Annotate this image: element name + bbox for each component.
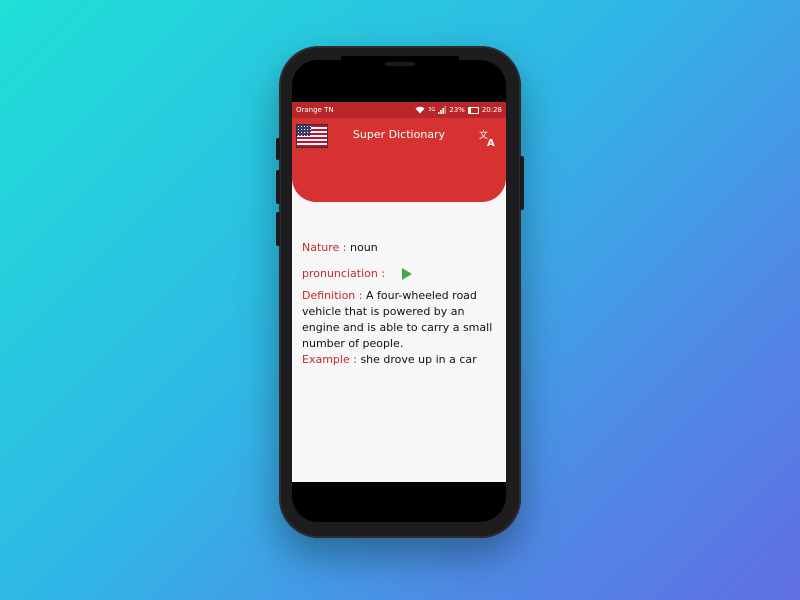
volume-up-button: [276, 170, 280, 204]
translate-icon[interactable]: 文 A: [478, 128, 498, 148]
definition-row: Definition : A four-wheeled road vehicle…: [302, 288, 498, 352]
power-button: [520, 156, 524, 210]
phone-notch: [341, 56, 459, 78]
carrier-name: Orange TN: [296, 106, 334, 114]
phone-screen: Orange TN 3G 23% 20:28 Super Dictionary …: [292, 60, 506, 522]
clock: 20:28: [481, 106, 502, 114]
example-row: Example : she drove up in a car: [302, 352, 498, 368]
pronunciation-row: pronunciation :: [302, 266, 413, 282]
wifi-icon: [415, 106, 425, 114]
nature-row: Nature : noun: [302, 240, 378, 256]
nature-label: Nature :: [302, 241, 347, 254]
play-icon[interactable]: [399, 267, 413, 281]
definition-label: Definition :: [302, 289, 363, 302]
signal-icon: [438, 106, 447, 114]
svg-text:A: A: [487, 138, 495, 148]
example-label: Example :: [302, 353, 357, 366]
status-bar: Orange TN 3G 23% 20:28: [292, 102, 506, 118]
side-button: [276, 138, 280, 160]
flag-canton: [297, 125, 311, 136]
example-value: she drove up in a car: [360, 353, 477, 366]
us-flag-icon[interactable]: [296, 124, 328, 148]
volume-down-button: [276, 212, 280, 246]
speaker-grille: [385, 62, 415, 66]
app-window: Orange TN 3G 23% 20:28 Super Dictionary …: [292, 102, 506, 482]
app-bar: Super Dictionary 文 A: [292, 118, 506, 202]
battery-percent: 23%: [449, 106, 465, 114]
network-type: 3G: [428, 107, 436, 113]
app-title: Super Dictionary: [352, 128, 446, 141]
status-indicators: 3G 23% 20:28: [415, 106, 502, 114]
nature-value: noun: [350, 241, 378, 254]
pronunciation-label: pronunciation :: [302, 267, 386, 280]
battery-icon: [467, 106, 479, 114]
